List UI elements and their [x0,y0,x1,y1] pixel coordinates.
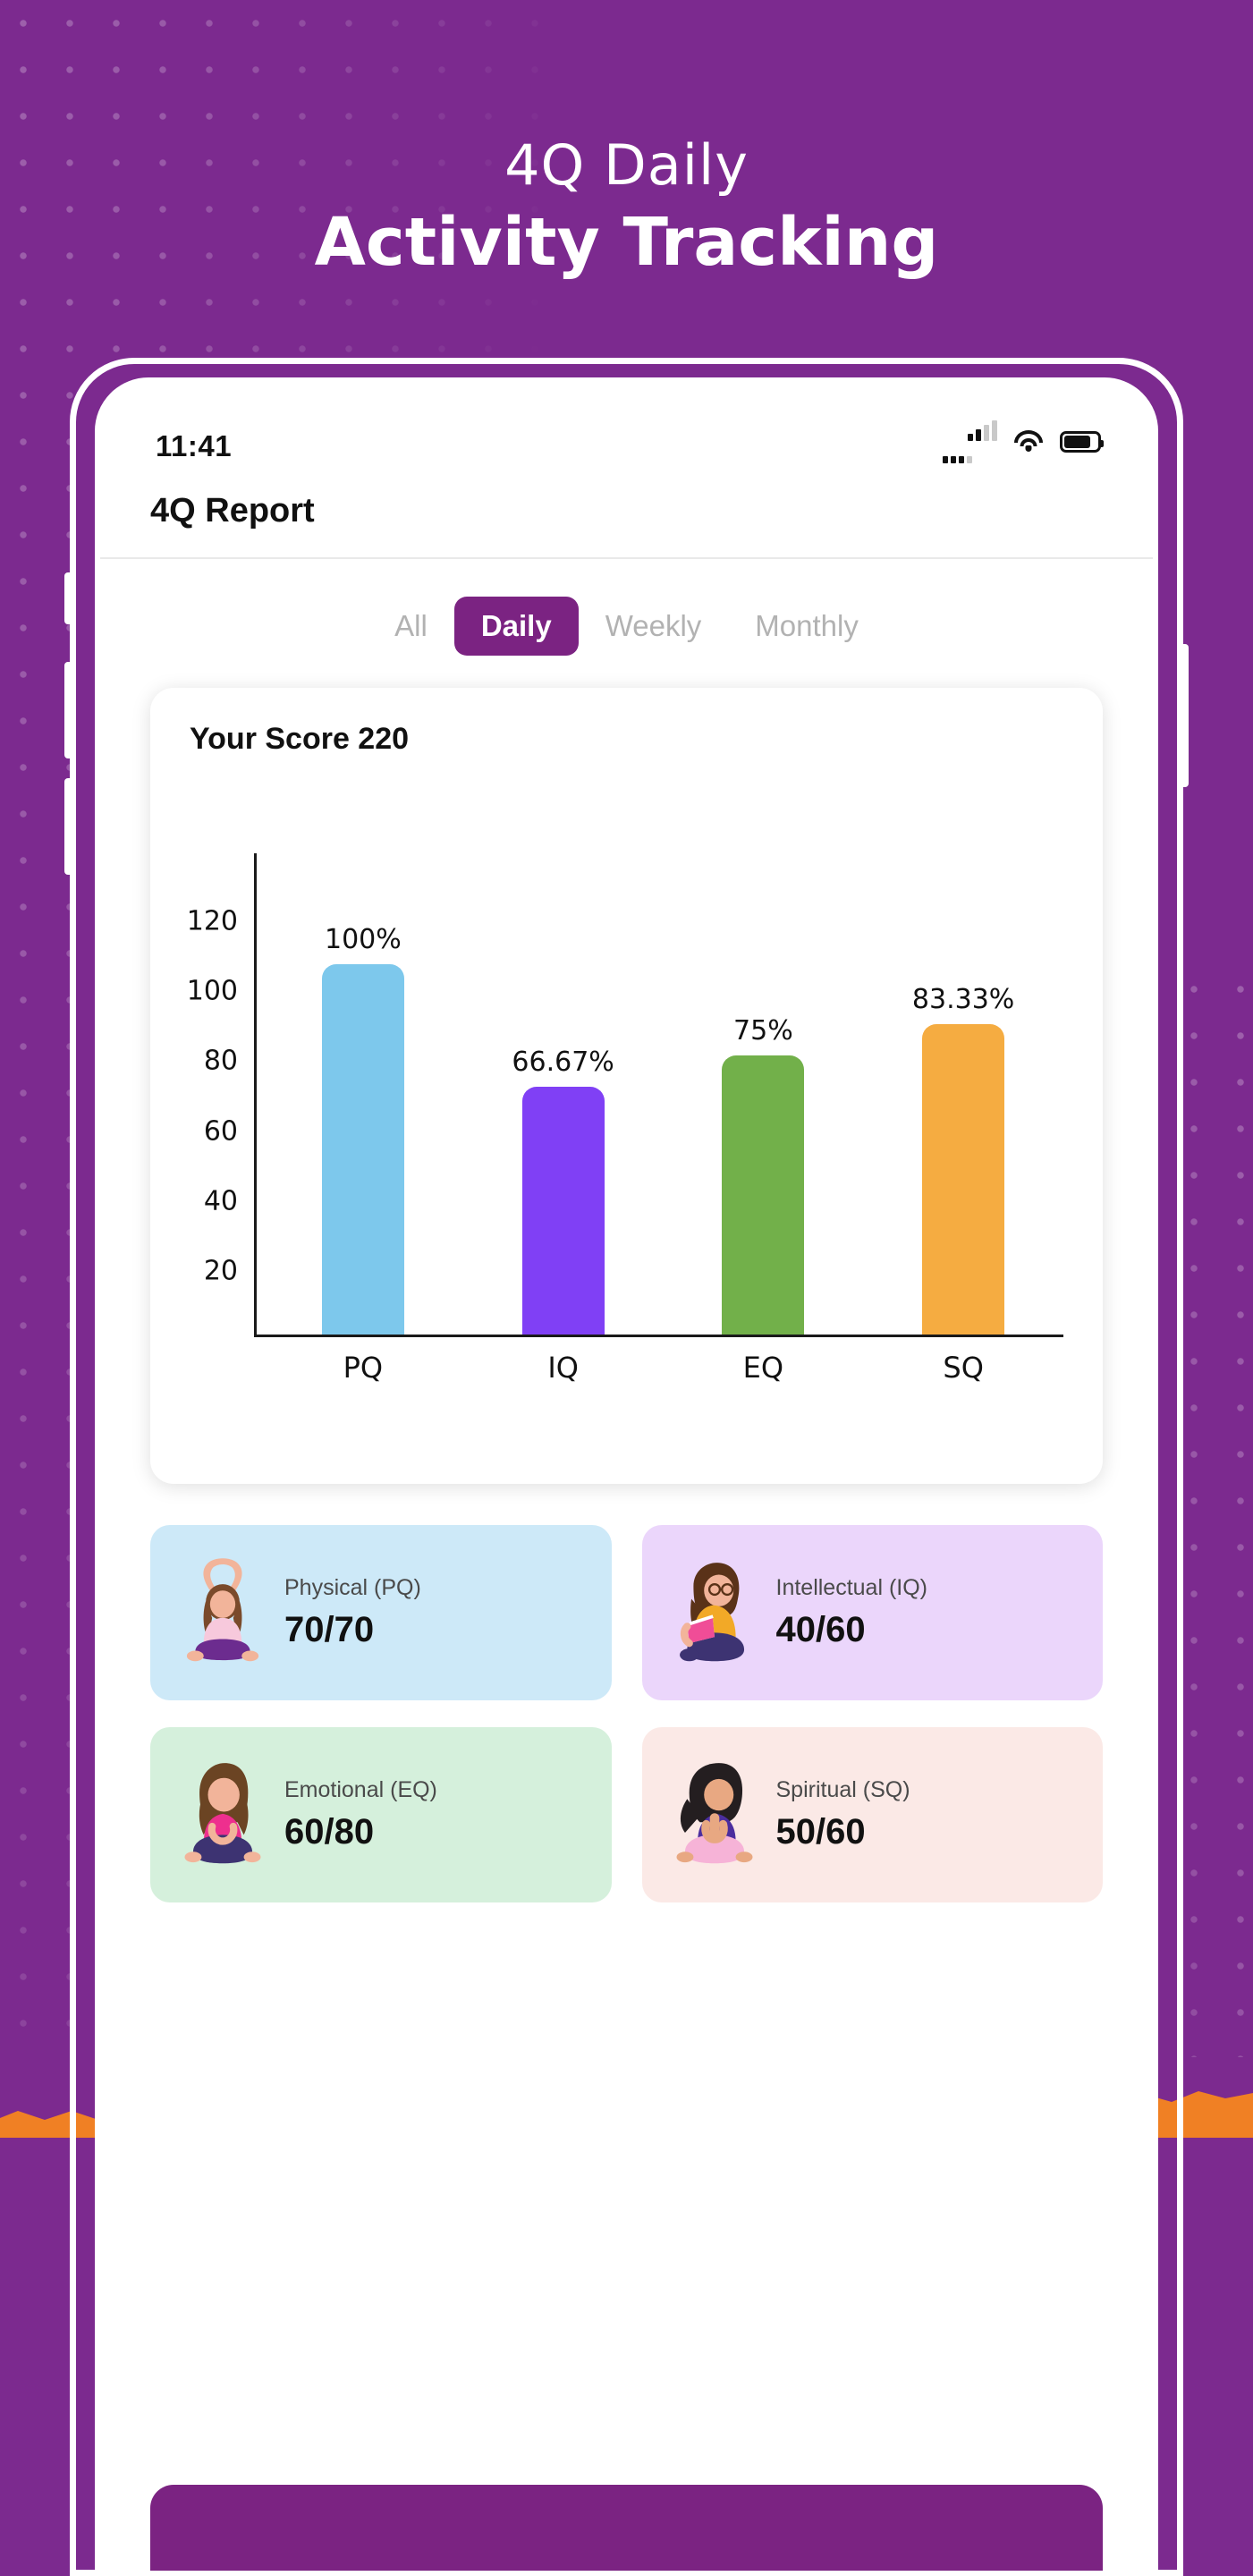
y-axis-labels: 120 100 80 60 40 20 [181,853,245,1336]
bar-sq[interactable] [922,1024,1005,1335]
bar-value-label: 83.33% [911,984,1015,1015]
stat-card-value: 40/60 [775,1610,866,1649]
phone-screen: 11:41 4Q Report All Daily Weekly Monthly… [100,383,1153,2571]
stat-card-iq-text: Intellectual (IQ) 40/60 [776,1575,928,1650]
stat-card-sq-text: Spiritual (SQ) 50/60 [776,1777,910,1852]
stat-card-pq[interactable]: Physical (PQ) 70/70 [150,1525,612,1700]
y-tick: 100 [186,975,238,1007]
phone-volume-down-button[interactable] [64,778,76,875]
cellular-signal-icon [943,419,997,463]
status-time: 11:41 [156,429,233,462]
y-tick: 80 [203,1045,238,1077]
stat-card-eq-text: Emotional (EQ) 60/80 [284,1777,437,1852]
bar-chart: 120 100 80 60 40 20 100% 66.67% 75% 83.3… [181,853,1072,1399]
x-tick-eq: EQ [742,1351,784,1385]
x-axis-line [254,1335,1063,1337]
bar-column-eq[interactable]: 75% [696,853,830,1335]
stat-card-eq[interactable]: Emotional (EQ) 60/80 [150,1727,612,1902]
battery-icon [1060,430,1104,453]
bar-value-label: 100% [324,923,402,955]
app-header: 4Q Report [100,476,1153,559]
tab-weekly[interactable]: Weekly [579,597,729,656]
headline-line-2: Activity Tracking [314,204,939,282]
x-tick-sq: SQ [943,1351,984,1385]
promo-headline: 4Q Daily Activity Tracking [0,136,1253,279]
quotient-stat-grid: Physical (PQ) 70/70 Intellectual (IQ) 40… [150,1525,1103,1902]
stat-card-sq[interactable]: Spiritual (SQ) 50/60 [641,1727,1103,1902]
chart-title: Your Score 220 [190,722,410,756]
score-chart-card: Your Score 220 120 100 80 60 40 20 100% … [150,688,1103,1484]
x-axis-labels: PQ IQ EQ SQ [263,1351,1063,1385]
page-title: 4Q Report [150,492,315,530]
wifi-icon [1013,430,1044,453]
stat-card-value: 50/60 [775,1812,866,1852]
phone-volume-up-button[interactable] [64,662,76,758]
x-tick-iq: IQ [547,1351,579,1385]
bar-value-label: 66.67% [512,1046,614,1078]
y-axis-line [254,853,257,1336]
phone-inner-frame: 11:41 4Q Report All Daily Weekly Monthly… [95,377,1158,2576]
meditating-namaste-icon [662,1757,767,1873]
status-icons [943,419,1104,463]
yoga-arms-up-icon [170,1555,275,1671]
y-tick: 40 [203,1185,238,1217]
stat-card-iq[interactable]: Intellectual (IQ) 40/60 [641,1525,1103,1700]
x-tick-pq: PQ [343,1351,384,1385]
phone-mute-switch[interactable] [64,572,76,624]
stat-card-pq-text: Physical (PQ) 70/70 [284,1575,421,1650]
y-tick: 60 [203,1115,238,1147]
stat-card-label: Intellectual (IQ) [775,1575,928,1600]
tab-daily[interactable]: Daily [453,597,579,656]
bar-pq[interactable] [321,963,404,1335]
y-tick: 20 [203,1255,238,1287]
stat-card-value: 60/80 [284,1812,375,1852]
bar-column-sq[interactable]: 83.33% [896,853,1030,1335]
period-tab-bar: All Daily Weekly Monthly [100,559,1153,675]
bar-series: 100% 66.67% 75% 83.33% [263,853,1063,1335]
phone-mockup: 11:41 4Q Report All Daily Weekly Monthly… [64,358,1189,2576]
stat-card-label: Emotional (EQ) [284,1777,437,1802]
headline-line-1: 4Q Daily [504,132,749,198]
tab-monthly[interactable]: Monthly [728,597,885,656]
stat-card-label: Physical (PQ) [284,1575,421,1600]
bar-column-iq[interactable]: 66.67% [496,853,631,1335]
bar-column-pq[interactable]: 100% [296,853,430,1335]
stat-card-label: Spiritual (SQ) [775,1777,910,1802]
reading-book-icon [662,1555,767,1671]
tab-all[interactable]: All [368,597,454,656]
bar-iq[interactable] [521,1086,605,1335]
stat-card-value: 70/70 [284,1610,375,1649]
bar-value-label: 75% [733,1014,793,1046]
sitting-calm-icon [170,1757,275,1873]
y-tick: 120 [186,905,238,937]
primary-action-button[interactable] [150,2485,1103,2571]
phone-power-button[interactable] [1177,644,1189,787]
status-bar: 11:41 [100,383,1153,476]
bar-eq[interactable] [722,1055,805,1335]
